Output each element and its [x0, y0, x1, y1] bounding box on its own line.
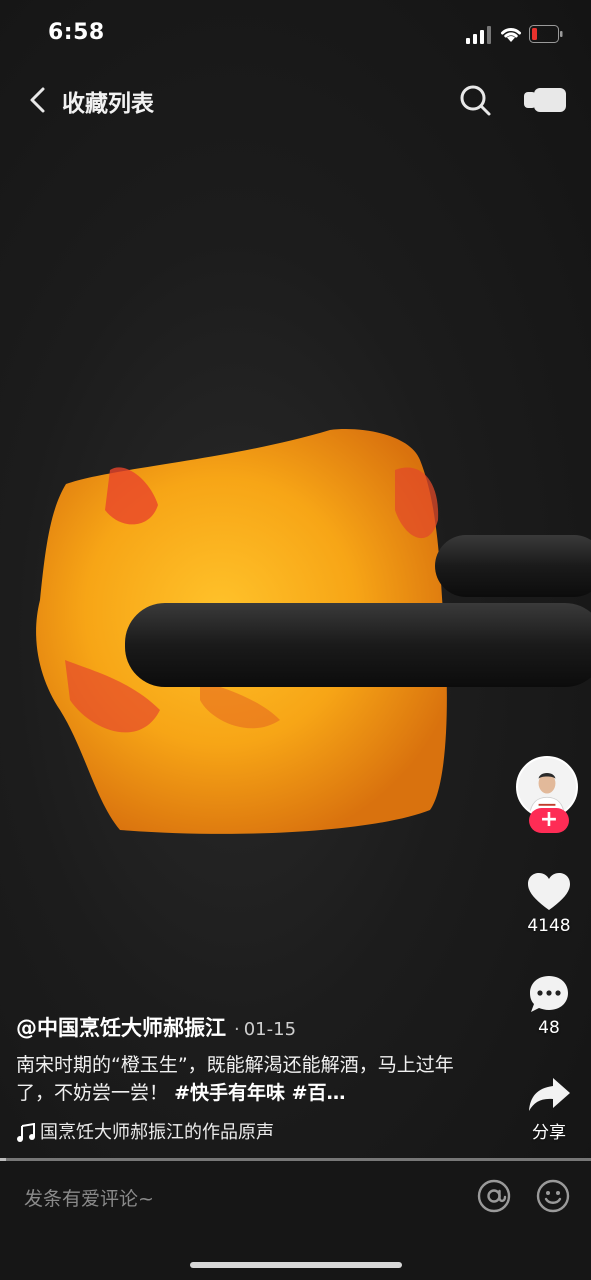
share-button[interactable]: 分享 — [512, 1076, 586, 1143]
page-title: 收藏列表 — [62, 91, 154, 117]
author-line: @中国烹饪大师郝振江 · 01-15 — [16, 1012, 296, 1042]
status-bar: 6:58 — [0, 0, 591, 70]
comment-input[interactable]: 发条有爱评论~ — [24, 1184, 154, 1211]
comment-bubble-icon — [530, 976, 568, 1012]
search-icon[interactable] — [457, 82, 493, 118]
video-camera-icon[interactable] — [524, 87, 566, 113]
like-count: 4148 — [527, 916, 571, 936]
battery-icon — [529, 25, 563, 43]
status-time: 6:58 — [48, 20, 105, 45]
cellular-signal-icon — [466, 26, 491, 44]
comment-bar: 发条有爱评论~ — [0, 1162, 591, 1280]
at-icon[interactable] — [477, 1179, 511, 1213]
music-marquee[interactable]: 国烹饪大师郝振江的作品原声 — [16, 1118, 316, 1146]
video-caption[interactable]: 南宋时期的“橙玉生”，既能解渴还能解酒，马上过年了，不妨尝一尝！ #快手有年味 … — [16, 1051, 466, 1107]
video-progress-fill — [0, 1158, 6, 1161]
wifi-icon — [501, 28, 521, 42]
comment-count: 48 — [538, 1018, 560, 1038]
author-name[interactable]: @中国烹饪大师郝振江 — [16, 1016, 226, 1040]
chevron-left-icon[interactable] — [24, 84, 54, 116]
caption-hashtags[interactable]: #快手有年味 #百… — [174, 1082, 345, 1104]
home-indicator — [190, 1262, 402, 1268]
share-label: 分享 — [532, 1123, 566, 1143]
video-progress-bar[interactable] — [0, 1158, 591, 1161]
music-note-icon — [17, 1123, 35, 1142]
post-date: 01-15 — [243, 1019, 297, 1040]
heart-icon — [528, 873, 570, 910]
emoji-icon[interactable] — [536, 1179, 570, 1213]
comment-button[interactable]: 48 — [512, 974, 586, 1038]
like-button[interactable]: 4148 — [512, 872, 586, 936]
share-arrow-icon — [529, 1078, 570, 1111]
video-frame-food — [36, 429, 591, 834]
music-title: 国烹饪大师郝振江的作品原声 — [40, 1122, 274, 1143]
top-navigation: 收藏列表 — [0, 78, 591, 124]
separator-dot: · — [234, 1019, 240, 1040]
follow-button[interactable]: + — [529, 808, 569, 833]
